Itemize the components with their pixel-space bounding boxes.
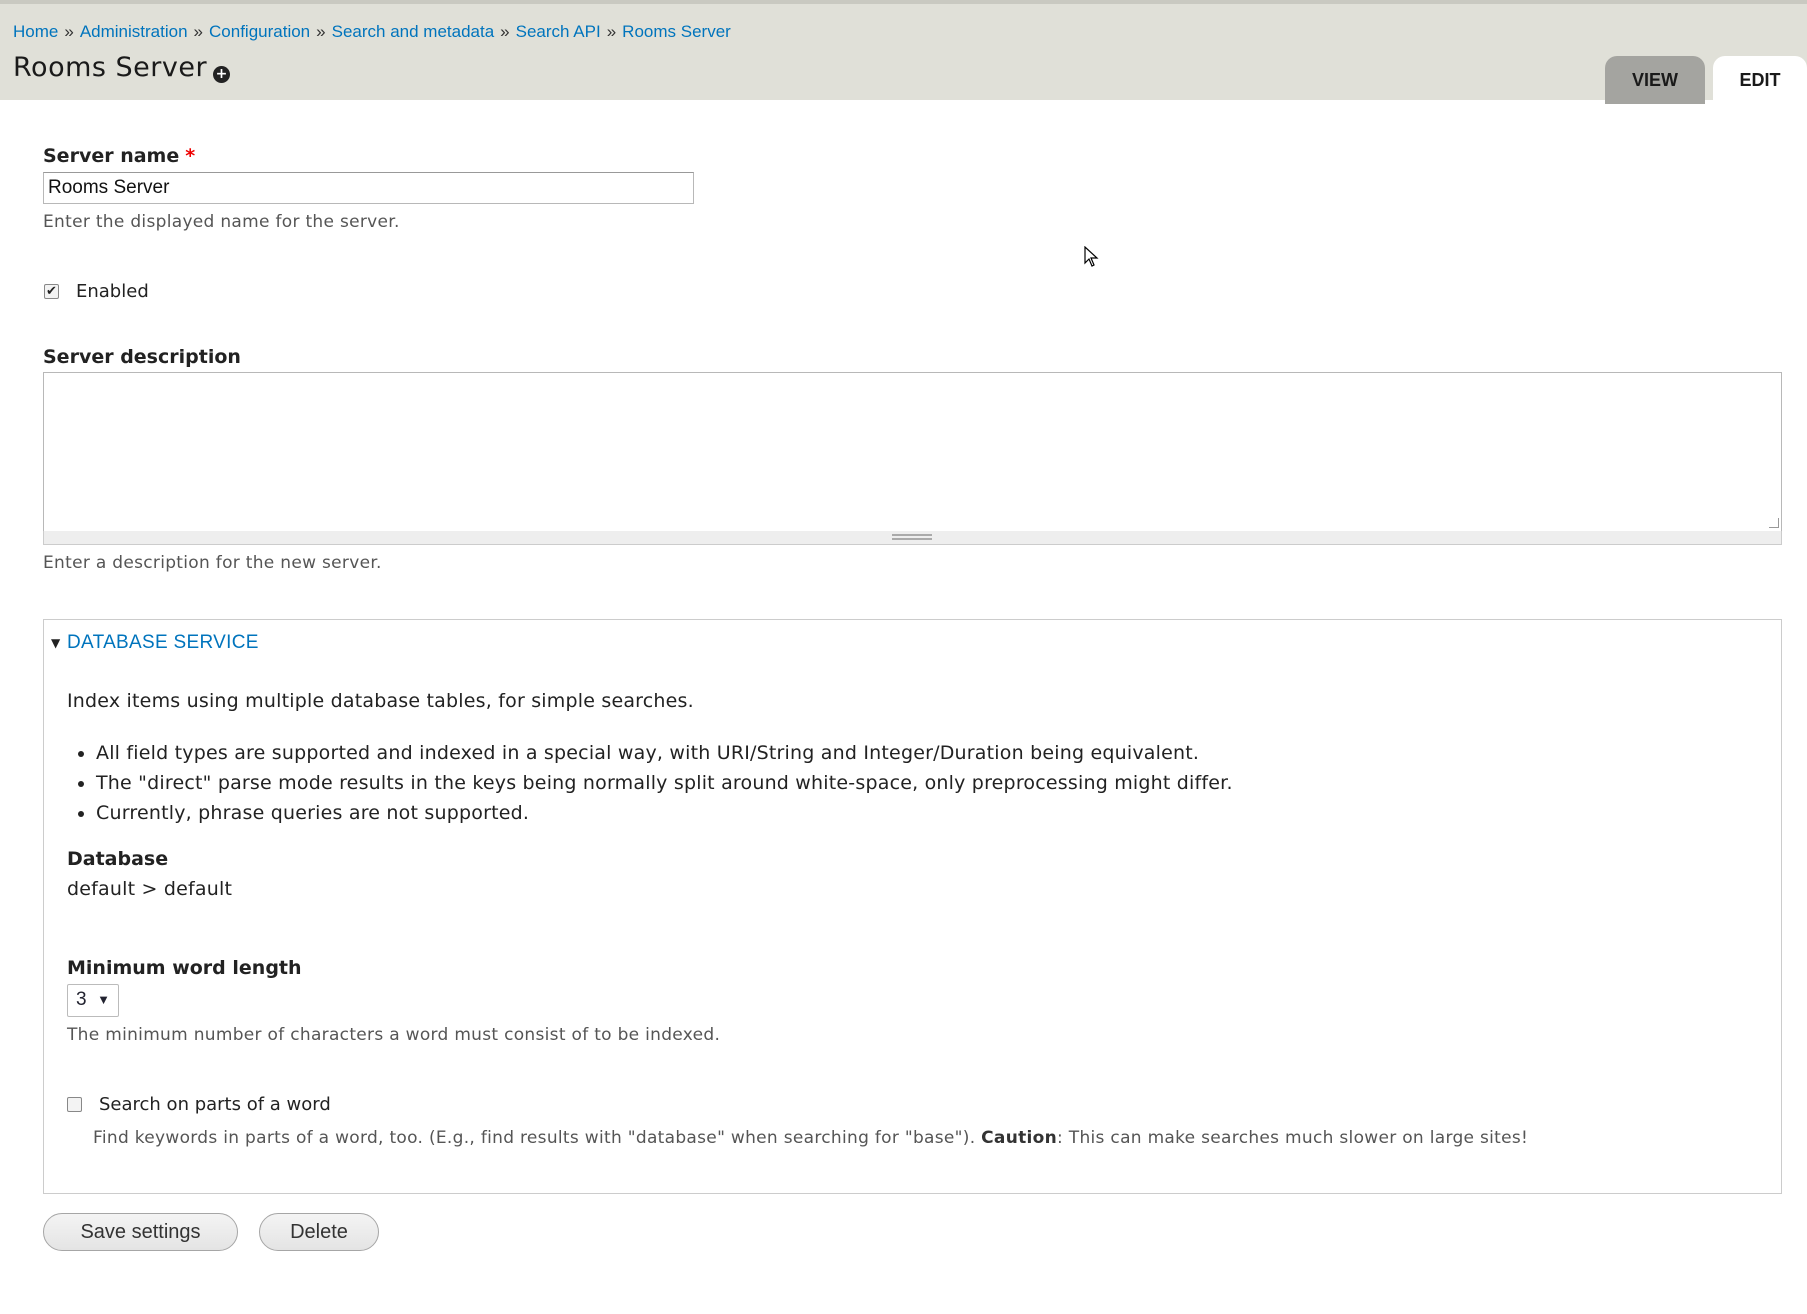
tab-view[interactable]: VIEW (1605, 56, 1705, 104)
partial-search-label: Search on parts of a word (99, 1094, 331, 1115)
database-value: default > default (67, 878, 233, 900)
textarea-corner-grip-icon (1769, 518, 1779, 528)
caution-label: Caution (981, 1128, 1058, 1148)
partial-search-description-text: Find keywords in parts of a word, too. (… (93, 1128, 982, 1148)
breadcrumb-separator: » (500, 22, 510, 41)
breadcrumb-search-api[interactable]: Search API (516, 22, 601, 41)
caret-down-icon[interactable]: ▼ (51, 636, 60, 650)
page-title: Rooms Server (13, 52, 208, 83)
breadcrumb-configuration[interactable]: Configuration (209, 22, 310, 41)
min-word-length-label: Minimum word length (67, 957, 302, 979)
server-description-label: Server description (43, 346, 241, 368)
feature-list: All field types are supported and indexe… (67, 738, 1233, 828)
add-shortcut-icon[interactable]: + (213, 66, 230, 83)
mouse-pointer-icon (1084, 246, 1099, 267)
partial-search-checkbox[interactable] (67, 1097, 82, 1112)
server-name-input[interactable] (43, 172, 694, 204)
breadcrumb-administration[interactable]: Administration (80, 22, 188, 41)
list-item: Currently, phrase queries are not suppor… (96, 798, 1233, 828)
textarea-resize-handle[interactable] (43, 531, 1782, 545)
min-word-length-value: 3 (76, 989, 87, 1010)
database-service-intro: Index items using multiple database tabl… (67, 690, 694, 712)
required-marker: * (185, 145, 196, 167)
server-description-help: Enter a description for the new server. (43, 553, 382, 573)
enabled-checkbox[interactable]: ✔ (44, 284, 59, 299)
min-word-length-select[interactable]: 3 ▼ (67, 984, 119, 1017)
server-name-description: Enter the displayed name for the server. (43, 212, 400, 232)
delete-button[interactable]: Delete (259, 1213, 379, 1251)
server-description-textarea[interactable] (43, 372, 1782, 532)
tab-edit[interactable]: EDIT (1713, 56, 1807, 104)
breadcrumb-home[interactable]: Home (13, 22, 58, 41)
breadcrumb-separator: » (64, 22, 74, 41)
enabled-label: Enabled (76, 281, 149, 302)
list-item: The "direct" parse mode results in the k… (96, 768, 1233, 798)
partial-search-caution-text: : This can make searches much slower on … (1057, 1128, 1529, 1148)
min-word-length-description: The minimum number of characters a word … (67, 1025, 721, 1045)
server-name-label-text: Server name (43, 145, 180, 167)
partial-search-description: Find keywords in parts of a word, too. (… (93, 1128, 1528, 1148)
breadcrumb-rooms-server[interactable]: Rooms Server (622, 22, 731, 41)
database-label: Database (67, 848, 169, 870)
breadcrumb-search-metadata[interactable]: Search and metadata (332, 22, 495, 41)
list-item: All field types are supported and indexe… (96, 738, 1233, 768)
breadcrumb-separator: » (606, 22, 617, 41)
breadcrumb-separator: » (316, 22, 326, 41)
database-service-toggle[interactable]: DATABASE SERVICE (67, 632, 259, 654)
breadcrumb-separator: » (193, 22, 204, 41)
breadcrumb: Home » Administration » Configuration » Search… (13, 22, 731, 42)
grip-icon (892, 534, 932, 540)
dropdown-arrow-icon: ▼ (97, 992, 110, 1007)
server-name-label: Server name * (43, 145, 195, 167)
save-settings-button[interactable]: Save settings (43, 1213, 238, 1251)
page-header: Home » Administration » Configuration » Search… (0, 0, 1807, 104)
